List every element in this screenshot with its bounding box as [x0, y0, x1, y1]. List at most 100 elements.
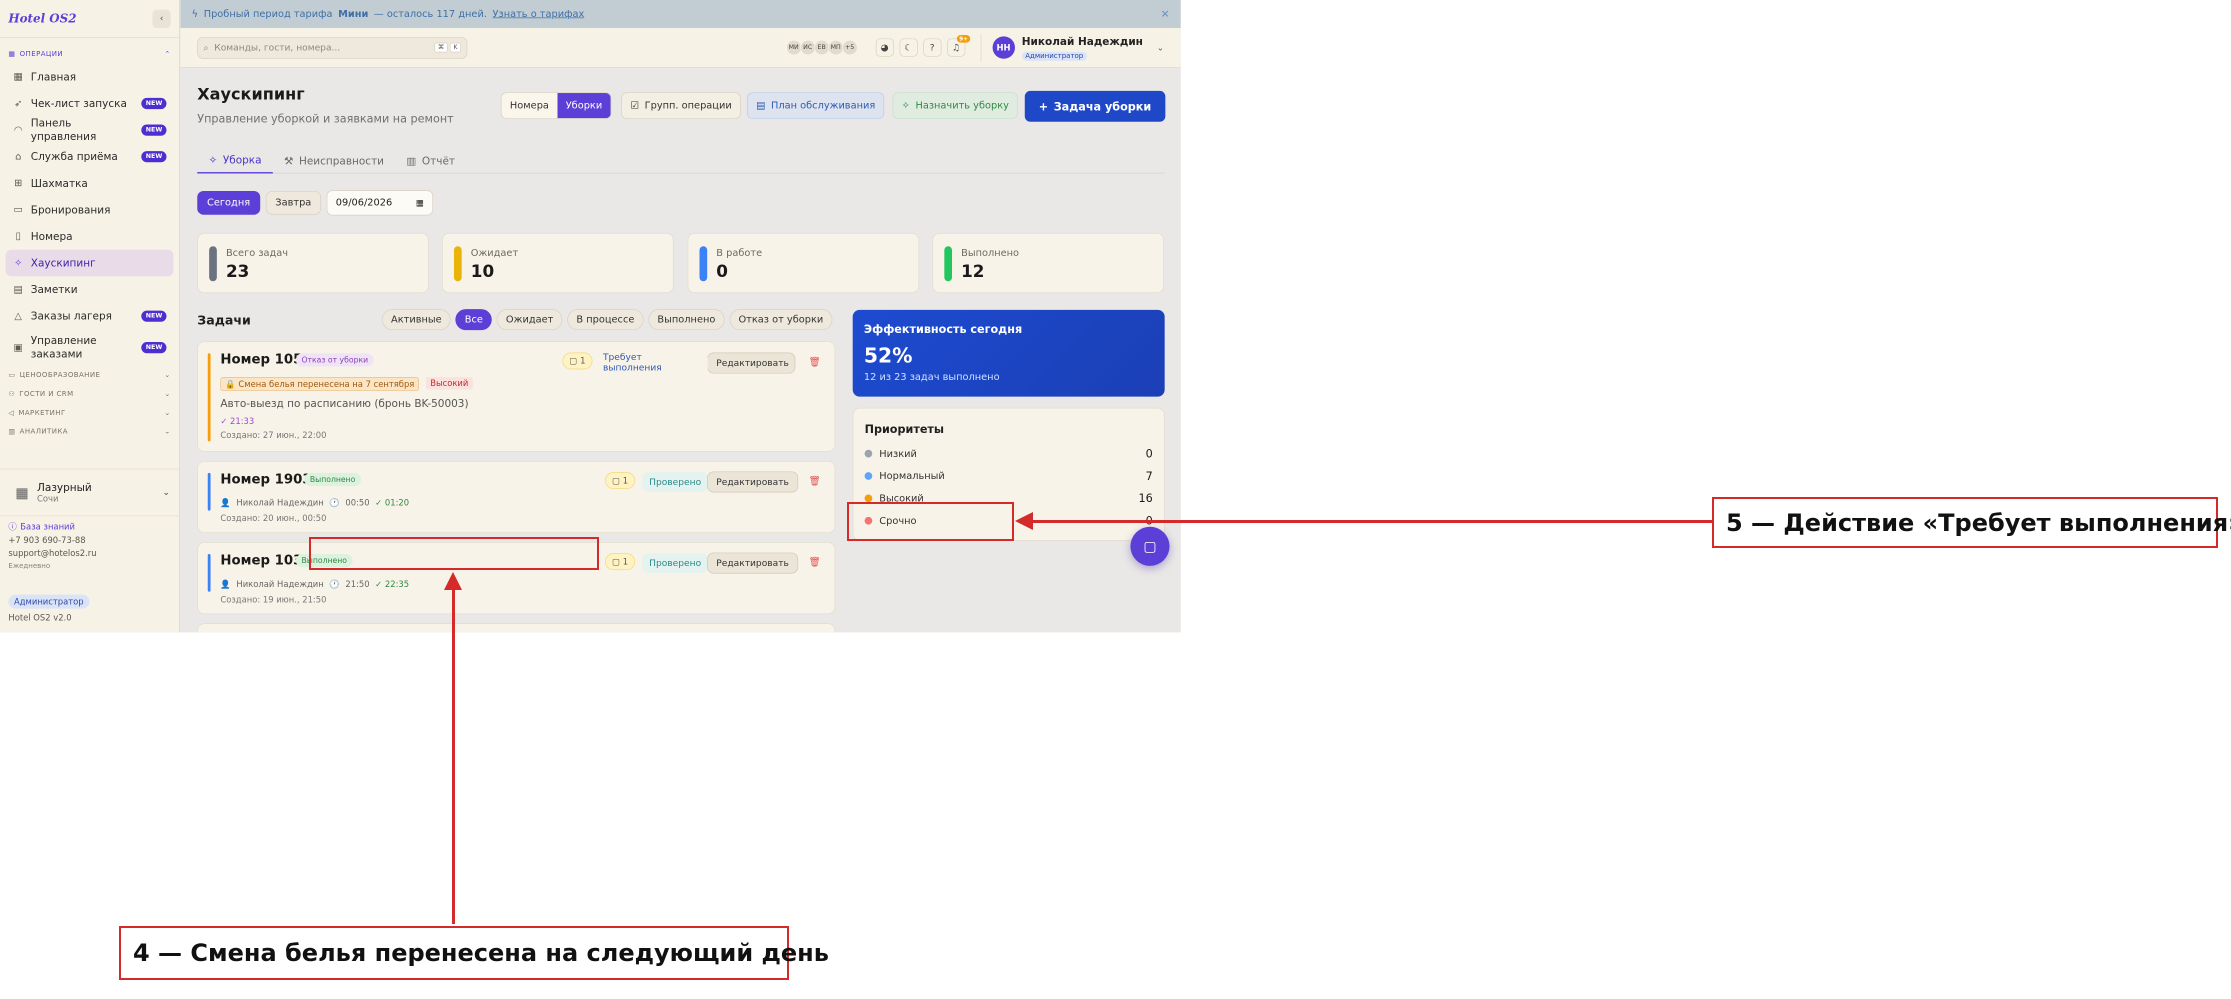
tab-faults[interactable]: ⚒ Неисправности — [273, 148, 395, 173]
close-icon[interactable]: ✕ — [1161, 8, 1170, 21]
annotation-arrow-5 — [1015, 512, 1033, 530]
banner-plan: Мини — [338, 8, 369, 20]
priority-badge: Высокий — [425, 377, 473, 390]
task-filters: Активные Все Ожидает В процессе Выполнен… — [381, 309, 833, 331]
megaphone-icon: ◁ — [8, 409, 15, 417]
comments-button[interactable]: ▢ 1 — [562, 352, 593, 370]
kbd-key: K — [449, 42, 461, 53]
priority-label: Нормальный — [879, 470, 945, 482]
bell-desk-icon: ⌂ — [15, 151, 22, 163]
command-search[interactable]: ⌕ Команды, гости, номера... ⌘ K — [197, 36, 468, 59]
filter-pending[interactable]: Ожидает — [496, 309, 563, 331]
stat-value: 23 — [225, 261, 250, 282]
sidebar: Hotel OS2 ‹ ▦ ОПЕРАЦИИ ⌃ ▦ Главная ➶ Чек… — [0, 0, 180, 633]
chevron-down-icon: ⌄ — [164, 428, 171, 436]
section-marketing[interactable]: ◁ МАРКЕТИНГ ⌄ — [0, 404, 179, 423]
support-phone[interactable]: +7 903 690-73-88 — [8, 534, 96, 547]
filter-done[interactable]: Выполнено — [648, 309, 725, 331]
require-action-button[interactable]: Требует выполнения — [595, 353, 708, 374]
priority-row: Нормальный 7 — [864, 469, 1153, 483]
today-chip[interactable]: Сегодня — [197, 190, 260, 215]
comment-count: 1 — [622, 556, 629, 567]
new-badge: NEW — [141, 124, 167, 136]
hotel-switcher[interactable]: ▦ Лазурный Сочи ⌄ — [0, 468, 180, 517]
view-toggle: Номера Уборки — [500, 92, 612, 119]
sidebar-item-bookings[interactable]: ▭ Бронирования — [6, 197, 174, 224]
section-pricing[interactable]: ▭ ЦЕНООБРАЗОВАНИЕ ⌄ — [0, 366, 179, 385]
annotation-line-5 — [1032, 520, 1712, 523]
date-input[interactable]: 09/06/2026 ▦ — [326, 190, 434, 216]
verified-badge[interactable]: Проверено — [642, 472, 709, 492]
sidebar-item-camp-orders[interactable]: △ Заказы лагеря NEW — [6, 303, 174, 330]
tab-cleaning[interactable]: ✧ Уборка — [197, 148, 273, 174]
sidebar-nav[interactable]: ▦ ОПЕРАЦИИ ⌃ ▦ Главная ➶ Чек-лист запуск… — [0, 38, 179, 467]
sidebar-item-home[interactable]: ▦ Главная — [6, 64, 174, 91]
new-task-button[interactable]: + Задача уборки — [1024, 90, 1166, 122]
trash-icon[interactable]: 🗑 — [809, 557, 821, 568]
trash-icon[interactable]: 🗑 — [809, 476, 821, 487]
chevron-left-icon[interactable]: ‹ — [152, 9, 171, 28]
palette-icon[interactable]: ◕ — [875, 38, 894, 57]
sidebar-item-rooms[interactable]: ▯ Номера — [6, 223, 174, 250]
search-icon: ⌕ — [203, 42, 209, 53]
chevron-down-icon: ⌄ — [1156, 42, 1164, 53]
notification-count: 9+ — [957, 34, 970, 43]
sidebar-item-label: Бронирования — [30, 203, 111, 216]
sidebar-item-order-management[interactable]: ▣ Управление заказами NEW — [6, 329, 174, 365]
filter-in-progress[interactable]: В процессе — [567, 309, 644, 331]
help-icon[interactable]: ? — [923, 38, 942, 57]
sidebar-item-dashboard[interactable]: ◠ Панель управления NEW — [6, 117, 174, 144]
section-operations[interactable]: ▦ ОПЕРАЦИИ ⌃ — [0, 45, 179, 64]
task-card[interactable]: Номер 105 Отказ от уборки ▢ 1 Редактиров… — [197, 341, 836, 452]
section-guests-crm[interactable]: ⚇ ГОСТИ И CRM ⌄ — [0, 385, 179, 404]
knowledge-base-link[interactable]: ⓘ База знаний — [8, 520, 96, 533]
date-value: 09/06/2026 — [335, 197, 393, 209]
filter-active[interactable]: Активные — [381, 309, 451, 331]
sidebar-item-label: Шахматка — [30, 176, 88, 190]
chat-icon: ▢ — [1143, 537, 1157, 555]
toggle-cleanings[interactable]: Уборки — [557, 93, 611, 119]
presence-avatar: ЕВ — [813, 39, 830, 56]
presence-avatars[interactable]: МИ ИС ЕВ МП +5 — [785, 39, 858, 56]
rocket-icon: ➶ — [14, 97, 23, 110]
toggle-rooms[interactable]: Номера — [502, 93, 558, 118]
assign-cleaning-button[interactable]: ✧ Назначить уборку — [892, 92, 1019, 119]
app-logo[interactable]: Hotel OS2 — [8, 12, 152, 26]
chat-button[interactable]: ▢ — [1130, 526, 1170, 566]
end-time: ✓ 01:20 — [375, 498, 410, 508]
edit-label: Редактировать — [716, 357, 789, 369]
comments-button[interactable]: ▢ 1 — [605, 472, 636, 489]
verified-badge[interactable]: Проверено — [642, 553, 709, 573]
group-ops-button[interactable]: ☑ Групп. операции — [621, 92, 741, 119]
filter-refused[interactable]: Отказ от уборки — [729, 309, 833, 331]
comments-button[interactable]: ▢ 1 — [605, 553, 636, 571]
service-plan-button[interactable]: ▤ План обслуживания — [747, 92, 885, 119]
task-card[interactable] — [197, 623, 836, 633]
date-selector: Сегодня Завтра 09/06/2026 ▦ — [197, 190, 434, 216]
trash-icon[interactable]: 🗑 — [809, 357, 821, 368]
stat-pending: Ожидает 10 — [442, 232, 674, 294]
section-analytics[interactable]: ▥ АНАЛИТИКА ⌄ — [0, 422, 179, 441]
moon-icon[interactable]: ☾ — [899, 38, 918, 57]
edit-button[interactable]: Редактировать — [707, 471, 798, 493]
bell-icon[interactable]: ♫ 9+ — [946, 34, 970, 57]
pricing-link[interactable]: Узнать о тарифах — [493, 8, 585, 19]
room-number: Номер 103 — [220, 552, 303, 568]
chevron-down-icon: ⌄ — [164, 409, 171, 417]
edit-button[interactable]: Редактировать — [707, 352, 796, 374]
annotation-label-4: 4 — Смена белья перенесена на следующий … — [119, 926, 829, 980]
sidebar-item-housekeeping[interactable]: ✧ Хаускипинг — [5, 249, 174, 277]
support-email[interactable]: support@hotelos2.ru — [8, 547, 96, 560]
comment-count: 1 — [580, 356, 586, 366]
tab-report[interactable]: ▥ Отчёт — [395, 148, 466, 173]
edit-button[interactable]: Редактировать — [707, 552, 798, 574]
sidebar-item-notes[interactable]: ▤ Заметки — [6, 276, 174, 303]
search-input[interactable]: Команды, гости, номера... — [214, 42, 340, 52]
task-card[interactable]: Номер 1903 Выполнено ▢ 1 Проверено Редак… — [197, 460, 836, 534]
user-menu[interactable]: НН Николай Надеждин Администратор ⌄ — [980, 33, 1164, 62]
sidebar-item-front-desk[interactable]: ⌂ Служба приёма NEW — [6, 143, 174, 170]
filter-all[interactable]: Все — [455, 309, 492, 331]
sidebar-item-chessboard[interactable]: ⊞ Шахматка — [6, 170, 174, 197]
sidebar-item-launch-checklist[interactable]: ➶ Чек-лист запуска NEW — [6, 90, 174, 117]
tomorrow-chip[interactable]: Завтра — [265, 190, 322, 215]
